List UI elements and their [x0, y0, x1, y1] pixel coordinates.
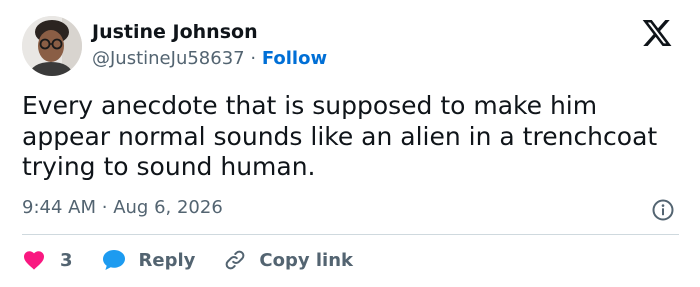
author-handle[interactable]: @JustineJu58637 — [92, 48, 245, 69]
tweet-text: Every anecdote that is supposed to make … — [22, 91, 658, 181]
author-name[interactable]: Justine Johnson — [92, 21, 258, 43]
reply-label: Reply — [138, 249, 196, 271]
timestamp-separator: · — [101, 197, 108, 218]
link-icon — [226, 250, 245, 270]
action-bar: 3 Reply Copy link — [22, 245, 353, 275]
speech-bubble-icon — [102, 250, 125, 270]
handle-separator: · — [250, 48, 257, 69]
tweet-date: Aug 6, 2026 — [113, 197, 223, 218]
like-count: 3 — [60, 249, 73, 271]
divider — [22, 234, 679, 235]
author-handle-row: @JustineJu58637 · Follow — [92, 48, 327, 69]
x-logo-icon[interactable] — [640, 17, 674, 49]
avatar-photo — [22, 16, 82, 76]
heart-icon — [24, 251, 44, 270]
info-icon[interactable] — [651, 198, 675, 222]
avatar[interactable] — [22, 16, 82, 76]
tweet-time: 9:44 AM — [22, 197, 96, 218]
tweet-timestamp[interactable]: 9:44 AM · Aug 6, 2026 — [22, 197, 223, 218]
copy-link-label: Copy link — [259, 249, 353, 271]
like-button[interactable]: 3 — [22, 248, 73, 272]
reply-button[interactable]: Reply — [101, 248, 196, 272]
copy-link-button[interactable]: Copy link — [223, 248, 353, 272]
follow-button[interactable]: Follow — [262, 48, 327, 69]
